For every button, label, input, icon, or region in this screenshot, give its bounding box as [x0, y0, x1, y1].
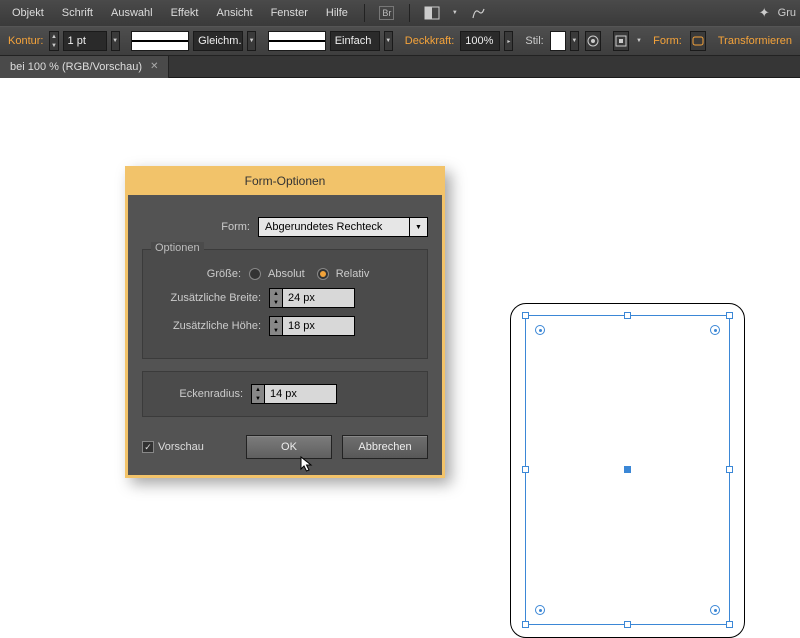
- graphic-style-swatch[interactable]: [550, 31, 566, 51]
- menu-schrift[interactable]: Schrift: [54, 3, 101, 23]
- corner-widget-br[interactable]: [710, 605, 720, 615]
- absolut-radio-label: Absolut: [268, 268, 305, 280]
- stroke-weight[interactable]: 1 pt: [63, 31, 107, 51]
- chevron-down-icon: ▼: [410, 217, 428, 237]
- workspace-label[interactable]: Gru: [778, 7, 796, 19]
- resize-handle-br[interactable]: [726, 621, 733, 628]
- menu-ansicht[interactable]: Ansicht: [209, 3, 261, 23]
- sync-icon[interactable]: ✦: [759, 5, 770, 21]
- resize-handle-tr[interactable]: [726, 312, 733, 319]
- arrange-docs-icon[interactable]: [420, 3, 444, 23]
- stil-label: Stil:: [523, 35, 545, 47]
- resize-handle-r[interactable]: [726, 466, 733, 473]
- eckenradius-input[interactable]: [265, 384, 337, 404]
- shape-icon[interactable]: [690, 31, 706, 51]
- stroke-stepper[interactable]: ▲▼: [49, 31, 58, 51]
- menu-hilfe[interactable]: Hilfe: [318, 3, 356, 23]
- form-label[interactable]: Form:: [651, 35, 684, 47]
- resize-handle-t[interactable]: [624, 312, 631, 319]
- optionen-fieldset: Optionen Größe: Absolut Relativ Zusätzli…: [142, 249, 428, 359]
- extra-width-stepper[interactable]: ▲▼: [269, 288, 355, 308]
- arrange-docs-dropdown[interactable]: ▼: [448, 3, 462, 23]
- resize-handle-l[interactable]: [522, 466, 529, 473]
- deckkraft-label: Deckkraft:: [403, 35, 457, 47]
- brush-preview[interactable]: [268, 31, 326, 51]
- stroke-profile-dropdown[interactable]: ▼: [247, 31, 256, 51]
- menu-objekt[interactable]: Objekt: [4, 3, 52, 23]
- graphic-style-dropdown[interactable]: ▼: [570, 31, 579, 51]
- eckenradius-label: Eckenradius:: [155, 388, 245, 400]
- document-tab[interactable]: bei 100 % (RGB/Vorschau) ✕: [0, 56, 169, 78]
- corner-widget-tr[interactable]: [710, 325, 720, 335]
- relativ-radio-label: Relativ: [336, 268, 370, 280]
- selection-bounding-box[interactable]: [525, 315, 730, 625]
- absolut-radio[interactable]: Absolut: [249, 268, 305, 280]
- radio-icon: [317, 268, 329, 280]
- vorschau-checkbox[interactable]: ✓ Vorschau: [142, 441, 204, 453]
- extra-height-label: Zusätzliche Höhe:: [155, 320, 263, 332]
- menu-auswahl[interactable]: Auswahl: [103, 3, 161, 23]
- tab-close-icon[interactable]: ✕: [150, 61, 158, 72]
- menubar-separator: [364, 4, 365, 22]
- extra-width-input[interactable]: [283, 288, 355, 308]
- document-tabstrip: bei 100 % (RGB/Vorschau) ✕: [0, 56, 800, 78]
- selection-center-point[interactable]: [624, 466, 631, 473]
- control-toolbar: Kontur: ▲▼ 1 pt ▼ Gleichm. ▼ Einfach ▼ D…: [0, 26, 800, 56]
- ok-button[interactable]: OK: [246, 435, 332, 459]
- relativ-radio[interactable]: Relativ: [317, 268, 370, 280]
- menubar-separator: [409, 4, 410, 22]
- dialog-title: Form-Optionen: [128, 169, 442, 195]
- gpu-icon[interactable]: [466, 3, 490, 23]
- brush-dropdown[interactable]: ▼: [384, 31, 393, 51]
- stroke-weight-dropdown[interactable]: ▼: [111, 31, 120, 51]
- optionen-legend: Optionen: [151, 242, 204, 254]
- extra-width-label: Zusätzliche Breite:: [155, 292, 263, 304]
- stroke-profile[interactable]: Gleichm.: [193, 31, 243, 51]
- extra-height-input[interactable]: [283, 316, 355, 336]
- resize-handle-bl[interactable]: [522, 621, 529, 628]
- transform-label[interactable]: Transformieren: [716, 35, 794, 47]
- resize-handle-b[interactable]: [624, 621, 631, 628]
- recolor-icon[interactable]: [585, 31, 601, 51]
- corner-widget-bl[interactable]: [535, 605, 545, 615]
- extra-height-stepper[interactable]: ▲▼: [269, 316, 355, 336]
- kontur-label: Kontur:: [6, 35, 45, 47]
- eckenradius-section: Eckenradius: ▲▼: [142, 371, 428, 417]
- align-icon[interactable]: [613, 31, 629, 51]
- groesse-label: Größe:: [155, 268, 243, 280]
- form-field-label: Form:: [142, 221, 252, 233]
- menubar: Objekt Schrift Auswahl Effekt Ansicht Fe…: [0, 0, 800, 26]
- document-tab-title: bei 100 % (RGB/Vorschau): [10, 61, 142, 73]
- form-select-value: Abgerundetes Rechteck: [258, 217, 410, 237]
- stroke-profile-preview[interactable]: [131, 31, 189, 51]
- bridge-icon[interactable]: Br: [375, 3, 399, 23]
- checkbox-icon: ✓: [142, 441, 154, 453]
- radio-icon: [249, 268, 261, 280]
- align-dropdown[interactable]: ▼: [635, 31, 643, 51]
- cancel-button[interactable]: Abbrechen: [342, 435, 428, 459]
- form-optionen-dialog: Form-Optionen Form: Abgerundetes Rechtec…: [125, 166, 445, 478]
- menu-effekt[interactable]: Effekt: [163, 3, 207, 23]
- form-select[interactable]: Abgerundetes Rechteck ▼: [258, 217, 428, 237]
- corner-widget-tl[interactable]: [535, 325, 545, 335]
- brush-name[interactable]: Einfach: [330, 31, 380, 51]
- menu-fenster[interactable]: Fenster: [263, 3, 316, 23]
- vorschau-label: Vorschau: [158, 441, 204, 453]
- resize-handle-tl[interactable]: [522, 312, 529, 319]
- opacity-dropdown[interactable]: ▸: [504, 31, 513, 51]
- eckenradius-stepper[interactable]: ▲▼: [251, 384, 337, 404]
- opacity-value[interactable]: 100%: [460, 31, 500, 51]
